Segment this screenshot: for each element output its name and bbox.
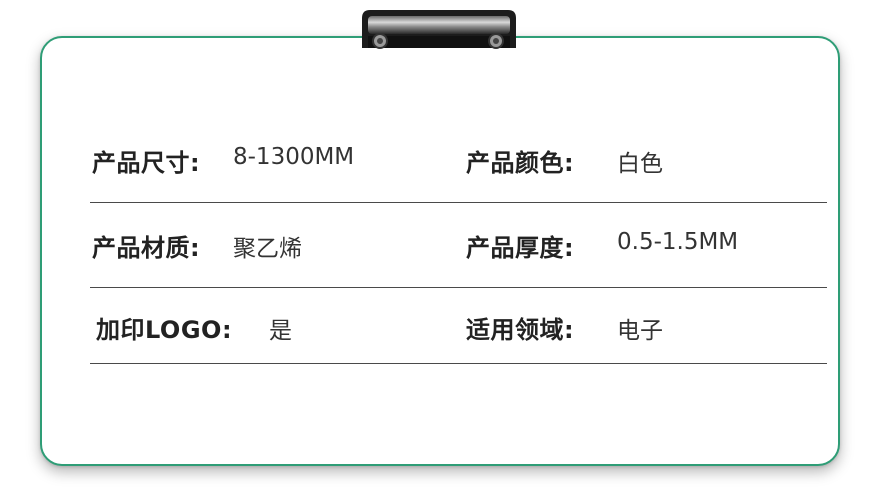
spec-value-material: 聚乙烯	[233, 236, 302, 262]
spec-row: 加印LOGO: 是 适用领域: 电子	[90, 300, 827, 370]
spec-label-logo: 加印LOGO:	[96, 316, 233, 344]
spec-row: 产品尺寸: 8-1300MM 产品颜色: 白色	[90, 133, 827, 203]
row-divider	[90, 202, 827, 203]
clipboard-clip-icon	[362, 10, 516, 49]
spec-label-application: 适用领域:	[466, 316, 575, 344]
row-divider	[90, 363, 827, 364]
spec-value-color: 白色	[617, 151, 663, 177]
spec-value-logo: 是	[269, 318, 292, 344]
spec-label-color: 产品颜色:	[466, 149, 575, 177]
spec-value-size: 8-1300MM	[233, 144, 355, 170]
spec-label-size: 产品尺寸:	[92, 149, 201, 177]
spec-row: 产品材质: 聚乙烯 产品厚度: 0.5-1.5MM	[90, 218, 827, 288]
spec-label-thickness: 产品厚度:	[466, 234, 575, 262]
spec-value-application: 电子	[617, 318, 663, 344]
spec-label-material: 产品材质:	[92, 234, 201, 262]
spec-value-thickness: 0.5-1.5MM	[617, 229, 739, 255]
row-divider	[90, 287, 827, 288]
